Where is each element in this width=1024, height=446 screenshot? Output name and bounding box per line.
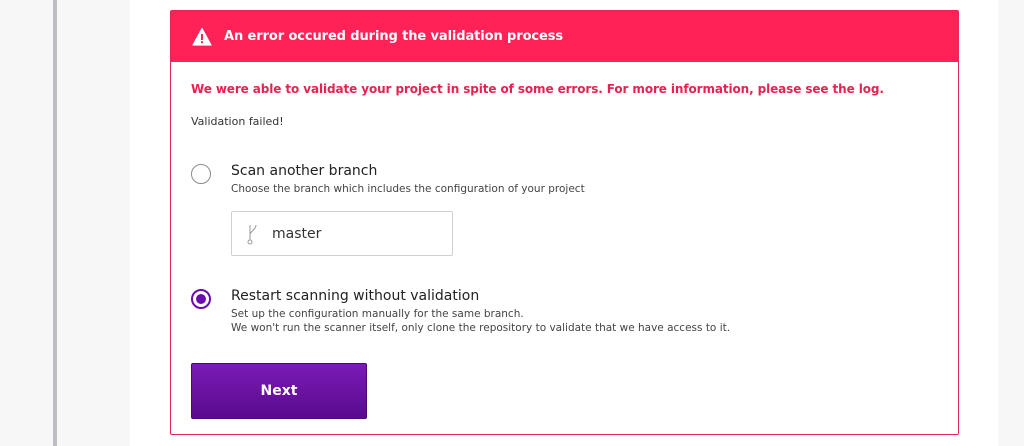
validation-error-card: An error occured during the validation p…	[170, 10, 959, 435]
next-button[interactable]: Next	[191, 363, 367, 419]
option-title: Scan another branch	[231, 163, 378, 179]
error-title: An error occured during the validation p…	[224, 29, 563, 44]
left-rail	[0, 0, 57, 446]
error-header: An error occured during the validation p…	[171, 11, 958, 62]
option-title: Restart scanning without validation	[231, 288, 480, 304]
restart-without-validation-radio[interactable]	[191, 289, 211, 309]
option-description: Set up the configuration manually for th…	[231, 307, 730, 335]
scan-another-branch-radio[interactable]	[191, 164, 211, 184]
option-description-line: We won't run the scanner itself, only cl…	[231, 322, 731, 334]
validation-status: Validation failed!	[191, 115, 284, 128]
branch-value: master	[272, 225, 322, 242]
warning-icon	[192, 27, 212, 47]
left-rail-divider	[53, 0, 57, 446]
option-description: Choose the branch which includes the con…	[231, 183, 585, 195]
git-branch-icon	[246, 223, 260, 245]
option-description-line: Set up the configuration manually for th…	[231, 308, 524, 320]
error-message: We were able to validate your project in…	[191, 82, 884, 96]
branch-select[interactable]: master	[231, 211, 453, 256]
